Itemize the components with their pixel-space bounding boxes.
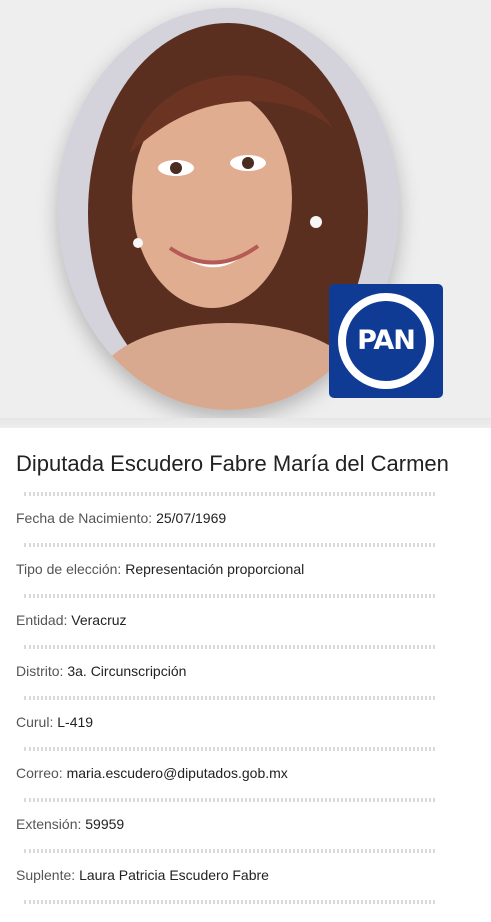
pan-logo-center: PAN: [346, 301, 426, 381]
field-label: Distrito:: [16, 663, 64, 679]
field-value: Laura Patricia Escudero Fabre: [79, 867, 269, 883]
field-value: 59959: [85, 816, 125, 832]
field-label: Curul:: [16, 714, 54, 730]
info-row-birthdate: Fecha de Nacimiento: 25/07/1969: [16, 506, 491, 541]
divider: [24, 543, 435, 547]
field-value: 25/07/1969: [156, 510, 227, 526]
hero-bottom-shadow: [0, 418, 491, 428]
divider: [24, 492, 435, 496]
divider: [24, 798, 435, 802]
info-row-extension: Extensión: 59959: [16, 812, 491, 847]
info-row-state: Entidad: Veracruz: [16, 608, 491, 643]
profile-info: Diputada Escudero Fabre María del Carmen…: [0, 428, 491, 904]
divider: [24, 900, 435, 904]
field-label: Suplente:: [16, 867, 76, 883]
field-label: Fecha de Nacimiento:: [16, 510, 153, 526]
pan-logo-ring: PAN: [338, 293, 434, 389]
field-value: 3a. Circunscripción: [67, 663, 187, 679]
info-row-email: Correo: maria.escudero@diputados.gob.mx: [16, 761, 491, 796]
info-row-district: Distrito: 3a. Circunscripción: [16, 659, 491, 694]
field-label: Tipo de elección:: [16, 561, 122, 577]
divider: [24, 696, 435, 700]
profile-hero: PAN: [0, 0, 491, 428]
page-title: Diputada Escudero Fabre María del Carmen: [16, 451, 449, 476]
divider: [24, 645, 435, 649]
info-row-election-type: Tipo de elección: Representación proporc…: [16, 557, 491, 592]
divider: [24, 747, 435, 751]
field-value: L-419: [57, 714, 94, 730]
field-label: Extensión:: [16, 816, 82, 832]
divider: [24, 849, 435, 853]
pan-logo-text: PAN: [357, 325, 416, 356]
info-row-seat: Curul: L-419: [16, 710, 491, 745]
info-row-substitute: Suplente: Laura Patricia Escudero Fabre: [16, 863, 491, 898]
field-value: Veracruz: [71, 612, 127, 628]
field-value: Representación proporcional: [125, 561, 305, 577]
field-label: Correo:: [16, 765, 63, 781]
field-label: Entidad:: [16, 612, 68, 628]
email-value[interactable]: maria.escudero@diputados.gob.mx: [67, 765, 288, 781]
divider: [24, 594, 435, 598]
pan-logo-icon: PAN: [329, 284, 443, 398]
